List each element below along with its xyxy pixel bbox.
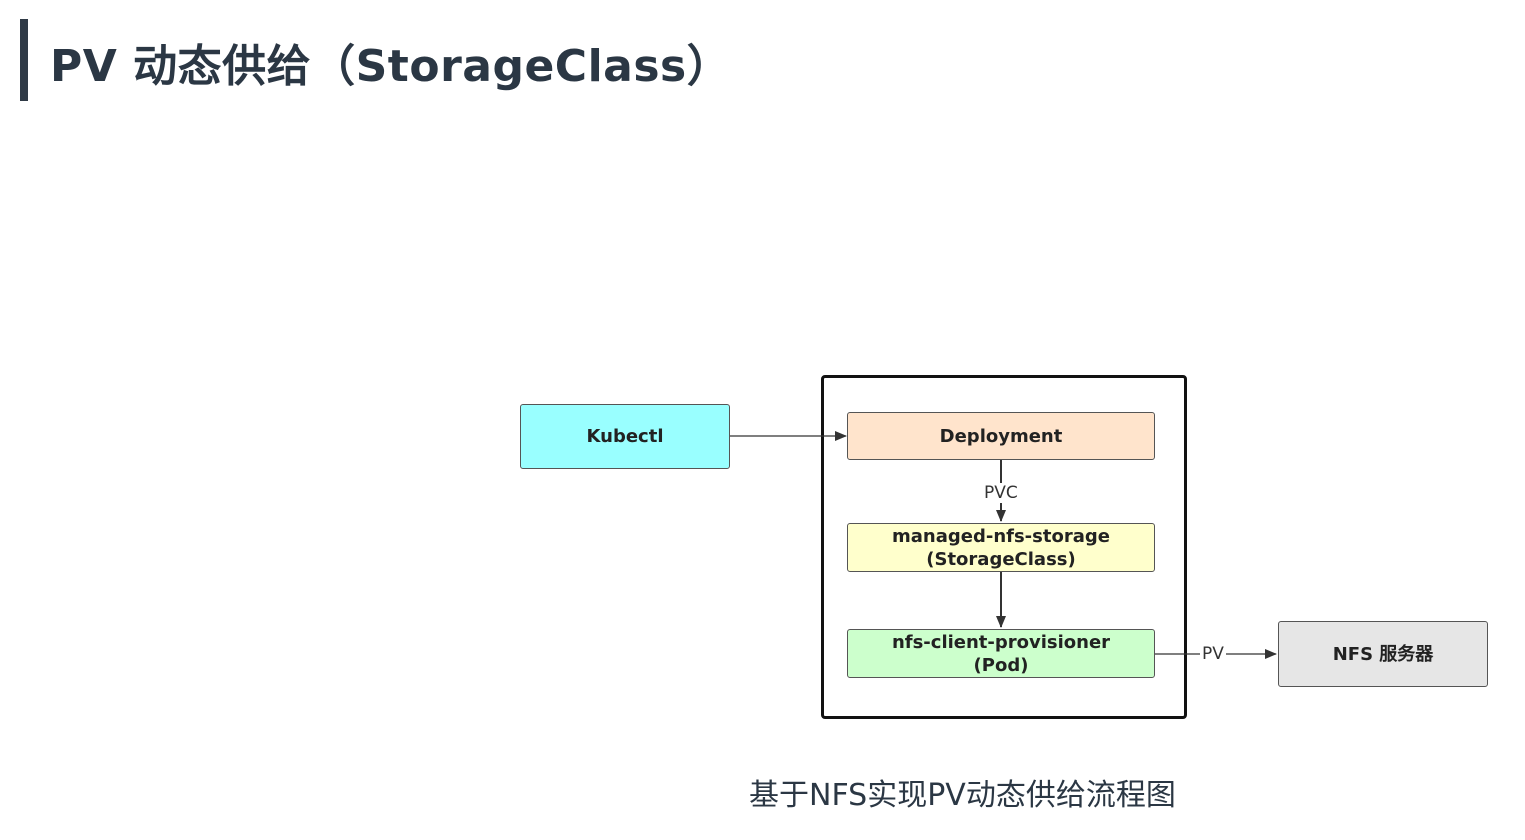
diagram-caption: 基于NFS实现PV动态供给流程图	[749, 778, 1176, 813]
storageclass-name: managed-nfs-storage	[892, 525, 1110, 547]
provisioner-name: nfs-client-provisioner	[891, 631, 1111, 653]
pvc-edge-label: PVC	[982, 483, 1020, 503]
kubectl-label: Kubectl	[586, 426, 664, 447]
storageclass-kind: (StorageClass)	[926, 548, 1076, 570]
deployment-node: Deployment	[847, 412, 1155, 460]
diagram-connectors	[730, 431, 1277, 659]
provisioner-node: nfs-client-provisioner (Pod)	[847, 629, 1155, 678]
nfs-server-node: NFS 服务器	[1278, 621, 1488, 687]
pv-edge-label: PV	[1200, 644, 1226, 664]
storageclass-node: managed-nfs-storage (StorageClass)	[847, 523, 1155, 572]
kubectl-node: Kubectl	[520, 404, 730, 469]
nfs-server-label: NFS 服务器	[1332, 643, 1434, 665]
provisioner-kind: (Pod)	[973, 654, 1029, 676]
deployment-label: Deployment	[939, 425, 1063, 447]
